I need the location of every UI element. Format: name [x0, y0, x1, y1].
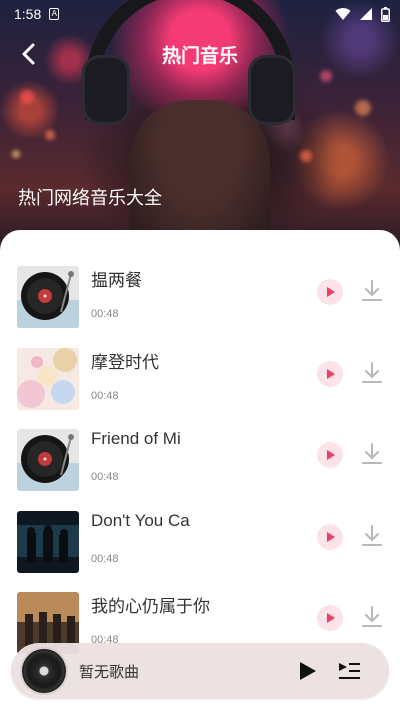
album-art	[17, 347, 79, 410]
status-time: 1:58	[14, 6, 42, 22]
download-icon[interactable]	[361, 605, 383, 629]
song-play-button[interactable]	[317, 523, 343, 550]
play-icon	[327, 450, 335, 460]
album-art	[17, 510, 79, 573]
hero-figure	[130, 100, 270, 250]
song-duration: 00:48	[91, 389, 119, 402]
back-arrow-icon	[22, 43, 35, 65]
now-playing-label: 暂无歌曲	[79, 664, 140, 681]
play-icon	[327, 368, 335, 379]
song-play-button[interactable]	[317, 605, 343, 631]
hero-subtitle: 热门网络音乐大全	[18, 188, 162, 208]
song-play-button[interactable]	[317, 442, 343, 468]
song-title: Friend of Mi	[91, 429, 181, 448]
song-list-item[interactable]: 揾两餐 00:48	[0, 262, 400, 344]
play-icon	[327, 531, 335, 542]
song-title: 我的心仍属于你	[91, 597, 210, 616]
song-play-button[interactable]	[317, 279, 343, 305]
song-list: 揾两餐 00:48 摩登时代 00:48 Friend of Mi 00:48 Don't …	[0, 262, 400, 670]
song-title: 摩登时代	[91, 352, 159, 372]
song-title: 揾两餐	[91, 271, 142, 290]
song-play-button[interactable]	[317, 360, 343, 387]
download-icon[interactable]	[361, 524, 383, 548]
album-art	[17, 429, 79, 491]
album-art	[17, 266, 79, 328]
song-list-item[interactable]: 摩登时代 00:48	[0, 344, 400, 426]
download-icon[interactable]	[361, 361, 383, 385]
playlist-icon[interactable]	[337, 659, 361, 683]
play-icon	[327, 613, 335, 623]
song-list-item[interactable]: Friend of Mi 00:48	[0, 425, 400, 507]
song-list-item[interactable]: Don't You Ca 00:48	[0, 507, 400, 589]
battery-icon	[381, 6, 390, 22]
song-duration: 00:48	[91, 552, 119, 565]
top-bar: 热门音乐	[0, 30, 400, 78]
page-title: 热门音乐	[161, 45, 238, 67]
back-button[interactable]	[12, 38, 44, 70]
song-title: Don't You Ca	[91, 510, 190, 530]
play-icon[interactable]	[296, 660, 318, 682]
vinyl-disc-icon[interactable]	[22, 649, 66, 693]
wifi-icon	[335, 8, 351, 20]
play-icon	[327, 287, 335, 297]
song-list-sheet: 揾两餐 00:48 摩登时代 00:48 Friend of Mi 00:48 Don't …	[0, 230, 400, 712]
download-icon[interactable]	[361, 442, 383, 466]
status-bar: 1:58 A	[0, 0, 400, 28]
notification-icon: A	[49, 8, 60, 20]
signal-icon	[360, 8, 372, 20]
mini-player[interactable]: 暂无歌曲	[11, 643, 389, 699]
download-icon[interactable]	[361, 279, 383, 303]
song-duration: 00:48	[91, 308, 119, 320]
song-duration: 00:48	[91, 471, 119, 483]
